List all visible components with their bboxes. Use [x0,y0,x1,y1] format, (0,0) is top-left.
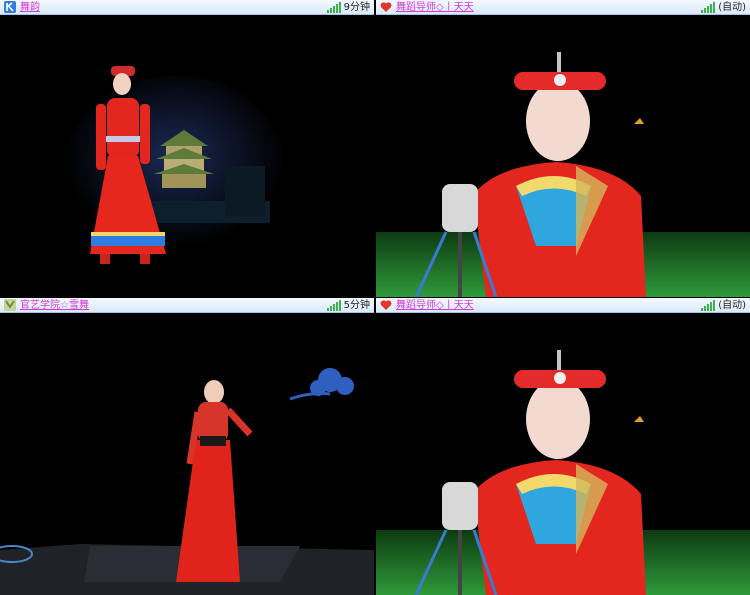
panel-titlebar: 舞韵 9分钟 [0,0,374,15]
user-name-link[interactable]: 舞蹈导师◇丨天天 [396,0,701,15]
avatar-icon [3,299,16,312]
signal-icon [701,1,716,13]
video-panel-1[interactable]: 舞韵 9分钟 [0,0,374,297]
video-panel-4[interactable]: 舞蹈导师◇丨天天 (自动) [376,298,750,595]
panel-titlebar: 舞蹈导师◇丨天天 (自动) [376,298,750,313]
video-panel-2[interactable]: 舞蹈导师◇丨天天 (自动) [376,0,750,297]
video-feed [376,16,750,297]
video-feed [0,314,374,595]
heart-icon [379,299,392,312]
user-name-link[interactable]: 官艺学院☆雪舞 [20,298,327,313]
k-logo-icon [3,1,16,14]
signal-icon [326,1,341,13]
heart-icon [379,1,392,14]
online-duration: 9分钟 [343,1,370,13]
signal-icon [326,299,341,311]
signal-icon [701,299,716,311]
video-panel-3[interactable]: 官艺学院☆雪舞 5分钟 [0,298,374,595]
video-feed [0,16,374,297]
panel-titlebar: 官艺学院☆雪舞 5分钟 [0,298,374,313]
user-name-link[interactable]: 舞韵 [20,0,327,15]
online-duration: 5分钟 [343,299,370,311]
mode-status: (自动) [718,1,746,13]
mode-status: (自动) [718,299,746,311]
user-name-link[interactable]: 舞蹈导师◇丨天天 [396,298,701,313]
panel-titlebar: 舞蹈导师◇丨天天 (自动) [376,0,750,15]
video-feed [376,314,750,595]
video-grid: 舞韵 9分钟 舞蹈导师◇丨天天 (自动) 官艺学院☆雪舞 5分钟 舞蹈导师◇丨天… [0,0,750,595]
